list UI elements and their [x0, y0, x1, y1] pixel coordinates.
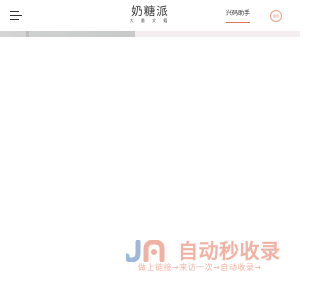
progress-marker [26, 31, 29, 37]
top-navigation-bar: 奶糖派 大 番 文 籍 兴码助手 会员 [0, 0, 300, 31]
menu-icon[interactable] [10, 9, 22, 21]
brand-watermark[interactable]: 自动秒收录 做上链接→来访一次→自动收录→ [126, 236, 286, 278]
logo-subtitle: 大 番 文 籍 [129, 18, 171, 23]
brand-tagline: 做上链接→来访一次→自动收录→ [138, 263, 262, 272]
brand-name: 自动秒收录 [178, 239, 281, 263]
brand-logo-icon [126, 240, 165, 262]
assistant-tab[interactable]: 兴码助手 [226, 9, 250, 23]
member-button[interactable]: 会员 [270, 10, 282, 22]
progress-fill [0, 31, 135, 37]
site-logo[interactable]: 奶糖派 大 番 文 籍 [118, 4, 182, 24]
loading-progress-bar [0, 31, 300, 37]
logo-title: 奶糖派 [131, 4, 169, 18]
